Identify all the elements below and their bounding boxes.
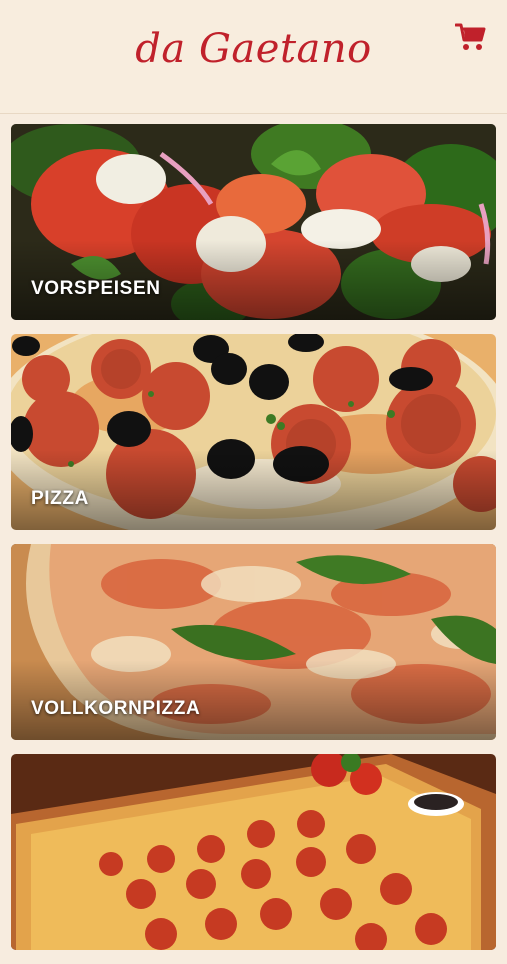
shopping-cart-icon bbox=[454, 23, 486, 50]
category-label: VOLLKORNPIZZA bbox=[31, 698, 201, 719]
category-card-vorspeisen[interactable]: VORSPEISEN bbox=[11, 124, 496, 320]
app-header: da Gaetano bbox=[0, 0, 507, 114]
category-label: PIZZA bbox=[31, 488, 89, 509]
brand-logo: da Gaetano bbox=[135, 26, 372, 72]
category-card-vollkornpizza[interactable]: VOLLKORNPIZZA bbox=[11, 544, 496, 740]
sheet-pizza-image bbox=[11, 754, 496, 950]
category-label: VORSPEISEN bbox=[31, 278, 161, 299]
category-list: VORSPEISEN PIZZA VOLLKORNPIZZA bbox=[11, 124, 496, 964]
shopping-cart-button[interactable] bbox=[454, 22, 487, 52]
category-card-sheet-pizza[interactable] bbox=[11, 754, 496, 950]
category-card-pizza[interactable]: PIZZA bbox=[11, 334, 496, 530]
